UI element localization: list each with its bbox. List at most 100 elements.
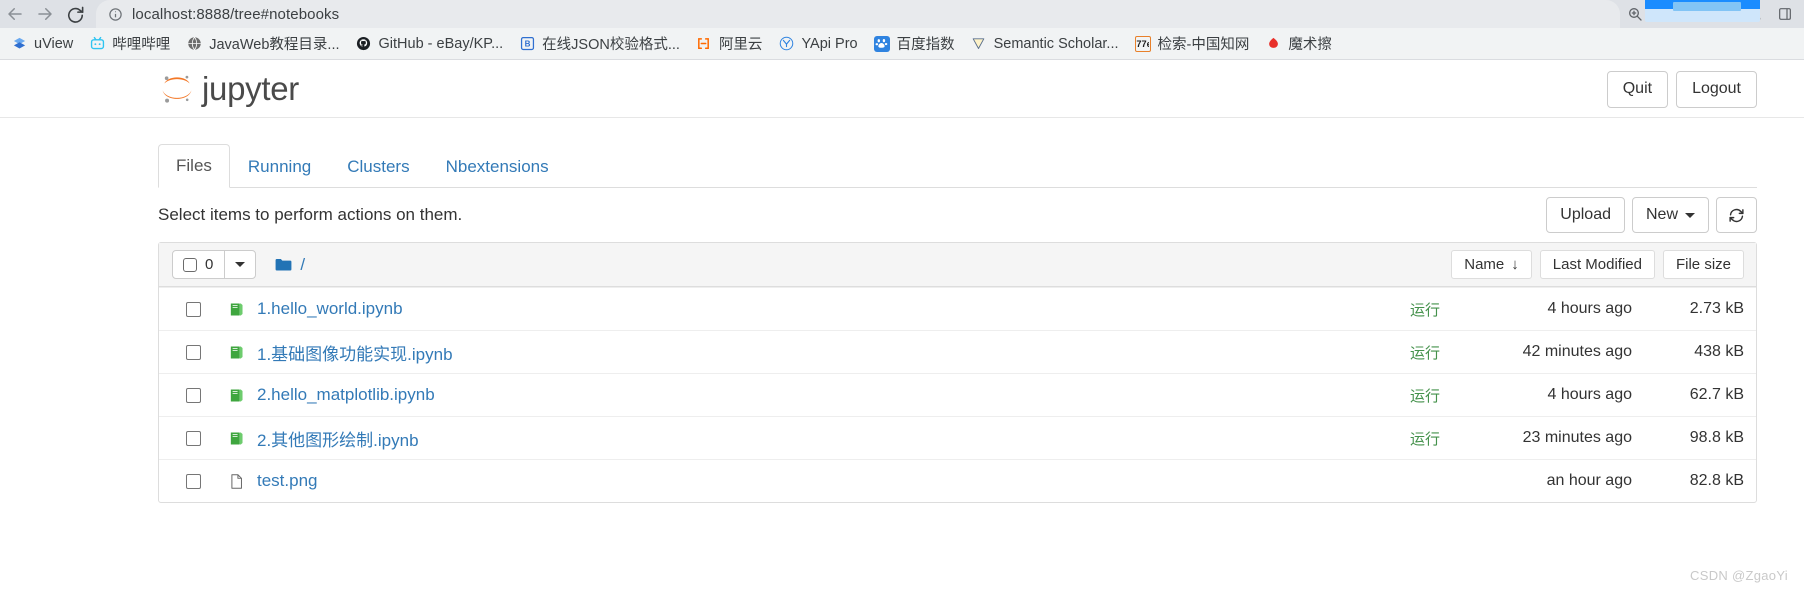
file-list-header: 0 / Name ↓ Last Modified File size bbox=[159, 243, 1756, 287]
file-name-link[interactable]: 1.hello_world.ipynb bbox=[257, 299, 403, 319]
bookmark-bilibili[interactable]: 哔哩哔哩 bbox=[82, 32, 177, 56]
file-size: 98.8 kB bbox=[1689, 429, 1744, 446]
json-icon: B bbox=[519, 36, 535, 52]
table-row[interactable]: 2.hello_matplotlib.ipynb 运行 4 hours ago … bbox=[159, 373, 1756, 416]
tab-nbextensions[interactable]: Nbextensions bbox=[428, 145, 567, 188]
chevron-down-icon bbox=[1685, 212, 1695, 218]
bookmark-label: 魔术擦 bbox=[1288, 37, 1332, 53]
sidepanel-icon[interactable] bbox=[1770, 0, 1800, 28]
file-size: 82.8 kB bbox=[1689, 472, 1744, 489]
file-size: 438 kB bbox=[1694, 343, 1744, 360]
select-all-checkbox[interactable] bbox=[183, 257, 197, 272]
running-badge[interactable]: 运行 bbox=[1410, 385, 1440, 406]
bookmark-json-validator[interactable]: B 在线JSON校验格式... bbox=[512, 32, 687, 56]
row-checkbox[interactable] bbox=[186, 430, 201, 446]
site-info-icon[interactable] bbox=[108, 7, 123, 22]
chevron-down-icon bbox=[235, 262, 246, 267]
sort-by-size-button[interactable]: File size bbox=[1662, 250, 1744, 279]
aliyun-icon bbox=[696, 36, 712, 52]
selected-count: 0 bbox=[205, 256, 214, 273]
back-button[interactable] bbox=[0, 0, 30, 28]
file-name-link[interactable]: 2.其他图形绘制.ipynb bbox=[257, 426, 419, 451]
bookmark-label: Semantic Scholar... bbox=[993, 35, 1119, 52]
globe-icon bbox=[186, 36, 202, 52]
file-row-right: 运行 23 minutes ago 98.8 kB bbox=[1410, 428, 1744, 449]
reload-button[interactable] bbox=[60, 0, 90, 28]
file-modified: 42 minutes ago bbox=[1522, 343, 1632, 360]
file-row-left: test.png bbox=[186, 471, 1440, 491]
select-all-dropdown-button[interactable] bbox=[225, 251, 255, 278]
file-name-link[interactable]: test.png bbox=[257, 471, 318, 491]
jupyter-logo-text: jupyter bbox=[202, 69, 299, 107]
select-all-group: 0 bbox=[172, 250, 257, 279]
bookmark-bar: uView 哔哩哔哩 JavaWeb教程目录... GitHub - eBay/… bbox=[0, 28, 1804, 60]
breadcrumb: / bbox=[274, 255, 305, 275]
svg-text:\u77e5: \u77e5 bbox=[1136, 39, 1149, 49]
bookmark-semantic-scholar[interactable]: Semantic Scholar... bbox=[964, 32, 1126, 56]
bookmark-cnki[interactable]: \u77e5 检索-中国知网 bbox=[1128, 32, 1257, 56]
bookmark-github[interactable]: GitHub - eBay/KP... bbox=[349, 32, 511, 56]
upload-button-label: Upload bbox=[1560, 206, 1611, 224]
running-badge[interactable]: 运行 bbox=[1410, 299, 1440, 320]
bookmark-label: uView bbox=[34, 35, 74, 52]
file-name-link[interactable]: 2.hello_matplotlib.ipynb bbox=[257, 385, 435, 405]
forward-button[interactable] bbox=[30, 0, 60, 28]
select-all-checkbox-area[interactable]: 0 bbox=[173, 251, 226, 278]
file-row-left: 2.hello_matplotlib.ipynb bbox=[186, 385, 1410, 405]
sort-by-name-button[interactable]: Name ↓ bbox=[1451, 250, 1532, 279]
bookmark-uview[interactable]: uView bbox=[4, 32, 80, 56]
yapi-icon bbox=[778, 36, 794, 52]
table-row[interactable]: 1.hello_world.ipynb 运行 4 hours ago 2.73 … bbox=[159, 287, 1756, 330]
browser-nav-bar: localhost:8888/tree#notebooks bbox=[0, 0, 1804, 28]
notebook-icon bbox=[227, 343, 245, 361]
row-checkbox[interactable] bbox=[186, 301, 201, 317]
dashboard-body: Files Running Clusters Nbextensions Sele… bbox=[158, 143, 1757, 503]
tab-clusters[interactable]: Clusters bbox=[329, 145, 427, 188]
bookmark-label: GitHub - eBay/KP... bbox=[378, 35, 504, 52]
row-checkbox[interactable] bbox=[186, 473, 201, 489]
jupyter-logo-icon bbox=[162, 75, 192, 103]
sort-name-label: Name bbox=[1464, 256, 1505, 273]
file-modified: an hour ago bbox=[1546, 472, 1632, 489]
bookmark-label: 百度指数 bbox=[896, 37, 955, 53]
row-checkbox[interactable] bbox=[186, 344, 201, 360]
file-icon bbox=[227, 472, 245, 490]
semantic-scholar-icon bbox=[971, 36, 987, 52]
tab-files[interactable]: Files bbox=[158, 143, 230, 188]
file-name-link[interactable]: 1.基础图像功能实现.ipynb bbox=[257, 340, 453, 365]
breadcrumb-root[interactable]: / bbox=[300, 255, 305, 275]
quit-button[interactable]: Quit bbox=[1606, 71, 1669, 108]
upload-button[interactable]: Upload bbox=[1546, 197, 1625, 233]
running-badge[interactable]: 运行 bbox=[1410, 428, 1440, 449]
browser-chrome: localhost:8888/tree#notebooks bbox=[0, 0, 1804, 28]
file-modified: 4 hours ago bbox=[1547, 386, 1632, 403]
bookmark-magic-eraser[interactable]: 魔术擦 bbox=[1258, 32, 1339, 56]
jupyter-notebook-dashboard: jupyter Quit Logout Files Running Cluste… bbox=[0, 60, 1804, 591]
address-bar[interactable]: localhost:8888/tree#notebooks bbox=[96, 0, 1620, 28]
bookmark-aliyun[interactable]: 阿里云 bbox=[689, 32, 770, 56]
file-row-left: 1.基础图像功能实现.ipynb bbox=[186, 340, 1410, 365]
tab-running[interactable]: Running bbox=[230, 145, 329, 188]
row-checkbox[interactable] bbox=[186, 387, 201, 403]
file-list-sort-controls: Name ↓ Last Modified File size bbox=[1443, 250, 1744, 279]
notebook-icon bbox=[227, 386, 245, 404]
table-row[interactable]: 2.其他图形绘制.ipynb 运行 23 minutes ago 98.8 kB bbox=[159, 416, 1756, 459]
new-button[interactable]: New bbox=[1631, 197, 1709, 233]
bookmark-baidu-index[interactable]: 百度指数 bbox=[867, 32, 962, 56]
file-row-right: 运行 4 hours ago 2.73 kB bbox=[1410, 299, 1744, 320]
table-row[interactable]: 1.基础图像功能实现.ipynb 运行 42 minutes ago 438 k… bbox=[159, 330, 1756, 373]
bookmark-javaweb[interactable]: JavaWeb教程目录... bbox=[179, 32, 346, 56]
refresh-button[interactable] bbox=[1716, 197, 1757, 233]
bookmark-yapi[interactable]: YApi Pro bbox=[771, 32, 864, 56]
logout-button[interactable]: Logout bbox=[1676, 71, 1757, 108]
table-row[interactable]: test.png an hour ago 82.8 kB bbox=[159, 459, 1756, 502]
file-list-header-left: 0 / bbox=[172, 250, 305, 279]
sort-by-modified-button[interactable]: Last Modified bbox=[1539, 250, 1655, 279]
sort-descending-arrow-icon: ↓ bbox=[1511, 256, 1519, 273]
jupyter-logo[interactable]: jupyter bbox=[158, 70, 299, 108]
bookmark-label: 在线JSON校验格式... bbox=[542, 37, 680, 53]
file-list: 0 / Name ↓ Last Modified File size 1.hel… bbox=[158, 242, 1757, 503]
file-row-right: 运行 42 minutes ago 438 kB bbox=[1410, 342, 1744, 363]
cnki-icon: \u77e5 bbox=[1134, 35, 1151, 52]
running-badge[interactable]: 运行 bbox=[1410, 342, 1440, 363]
